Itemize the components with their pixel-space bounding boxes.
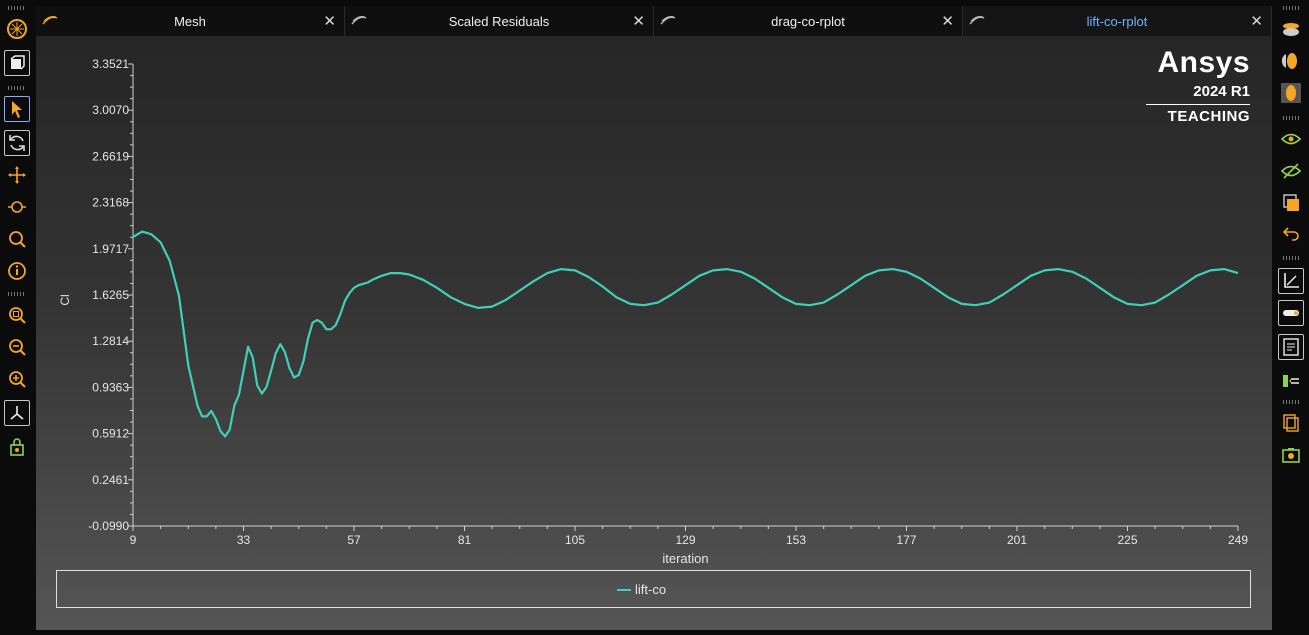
brand-edition: TEACHING [1167, 108, 1250, 125]
top-view-icon[interactable] [1278, 16, 1304, 42]
screenshot-icon[interactable] [1278, 442, 1304, 468]
toolbar-grip[interactable] [1283, 256, 1301, 260]
y-tick-label: 0.5912 [92, 427, 129, 441]
chart-legend: lift-co [56, 570, 1251, 608]
tab-label: Scaled Residuals [448, 13, 550, 29]
y-tick-label: 3.3521 [92, 57, 129, 71]
rotate-icon[interactable] [4, 130, 30, 156]
toolbar-grip[interactable] [8, 6, 26, 10]
y-tick-label: 3.0070 [92, 103, 129, 117]
lock-view-icon[interactable] [4, 434, 30, 460]
tab-scaled-residuals[interactable]: Scaled Residuals ✕ [345, 6, 654, 36]
info-icon[interactable] [4, 258, 30, 284]
plot-tab-icon [351, 14, 367, 26]
show-eye-icon[interactable] [1278, 126, 1304, 152]
legend-swatch [617, 589, 631, 591]
y-tick-label: 2.3168 [92, 196, 129, 210]
y-tick-label: 0.2461 [92, 473, 129, 487]
y-tick-label: 0.9363 [92, 380, 129, 394]
x-axis-label: iteration [662, 551, 708, 566]
legend-label: lift-co [635, 582, 667, 597]
brand-divider [1146, 104, 1250, 105]
brand-name: Ansys [1157, 46, 1250, 79]
tab-drag-co-rplot[interactable]: drag-co-rplot ✕ [654, 6, 963, 36]
x-tick-label: 201 [1007, 533, 1027, 547]
toolbar-grip[interactable] [1283, 400, 1301, 404]
lift-chart[interactable]: 3.3521 3.0070 2.6619 2.3168 1.9717 1.6265 1.28… [36, 36, 1272, 566]
front-view-icon[interactable] [1278, 48, 1304, 74]
x-tick-label: 129 [675, 533, 695, 547]
close-icon[interactable]: ✕ [1250, 12, 1263, 30]
mesh-tab-icon [42, 14, 58, 26]
plot-panel: 3.3521 3.0070 2.6619 2.3168 1.9717 1.6265 1.28… [36, 36, 1272, 630]
toggle-icon[interactable] [1278, 300, 1304, 326]
right-toolbar [1273, 0, 1309, 635]
zoom-probe-icon[interactable] [4, 194, 30, 220]
tab-label: Mesh [174, 13, 206, 29]
left-toolbar [0, 0, 34, 635]
tab-label: drag-co-rplot [771, 13, 845, 29]
x-tick-label: 225 [1117, 533, 1137, 547]
tab-mesh[interactable]: Mesh ✕ [36, 6, 345, 36]
close-icon[interactable]: ✕ [941, 12, 954, 30]
axes-plot-icon[interactable] [1278, 268, 1304, 294]
duplicate-icon[interactable] [1278, 410, 1304, 436]
x-tick-label: 105 [565, 533, 585, 547]
x-tick-label: 177 [896, 533, 916, 547]
toolbar-grip[interactable] [8, 292, 26, 296]
iso-view-icon[interactable] [1278, 80, 1304, 106]
y-tick-label: -0.0990 [88, 519, 129, 533]
axes-icon[interactable] [4, 400, 30, 426]
tab-bar: Mesh ✕ Scaled Residuals ✕ drag-co-rplot … [36, 6, 1272, 36]
zoom-in-icon[interactable] [4, 366, 30, 392]
y-tick-label: 1.9717 [92, 242, 129, 256]
tab-lift-co-rplot[interactable]: lift-co-rplot ✕ [963, 6, 1272, 36]
y-tick-label: 1.2814 [92, 334, 129, 348]
view-cube-icon[interactable] [4, 50, 30, 76]
close-icon[interactable]: ✕ [323, 12, 336, 30]
y-tick-label: 2.6619 [92, 149, 129, 163]
zoom-out-icon[interactable] [4, 334, 30, 360]
copy-window-icon[interactable] [1278, 190, 1304, 216]
toolbar-grip[interactable] [8, 86, 26, 90]
series-line-lift-co [132, 230, 1239, 438]
x-tick-label: 9 [130, 533, 137, 547]
x-tick-label: 33 [237, 533, 251, 547]
pan-icon[interactable] [4, 162, 30, 188]
y-axis-label: Cl [58, 294, 72, 305]
x-tick-label: 153 [786, 533, 806, 547]
legend-icon[interactable] [1278, 368, 1304, 394]
report-icon[interactable] [1278, 334, 1304, 360]
zoom-fit-icon[interactable] [4, 302, 30, 328]
toolbar-grip[interactable] [1283, 6, 1301, 10]
y-tick-label: 1.6265 [92, 288, 129, 302]
toolbar-grip[interactable] [1283, 116, 1301, 120]
mesh-display-icon[interactable] [4, 16, 30, 42]
x-tick-label: 57 [347, 533, 361, 547]
undo-view-icon[interactable] [1278, 222, 1304, 248]
hide-eye-icon[interactable] [1278, 158, 1304, 184]
plot-tab-icon [660, 14, 676, 26]
pointer-select-icon[interactable] [4, 96, 30, 122]
tab-label: lift-co-rplot [1086, 13, 1148, 29]
zoom-icon[interactable] [4, 226, 30, 252]
x-tick-label: 249 [1228, 533, 1248, 547]
close-icon[interactable]: ✕ [632, 12, 645, 30]
plot-tab-icon [969, 14, 985, 26]
x-tick-label: 81 [458, 533, 472, 547]
brand-version: 2024 R1 [1193, 83, 1250, 100]
ansys-brand: Ansys 2024 R1 TEACHING [1146, 48, 1250, 125]
